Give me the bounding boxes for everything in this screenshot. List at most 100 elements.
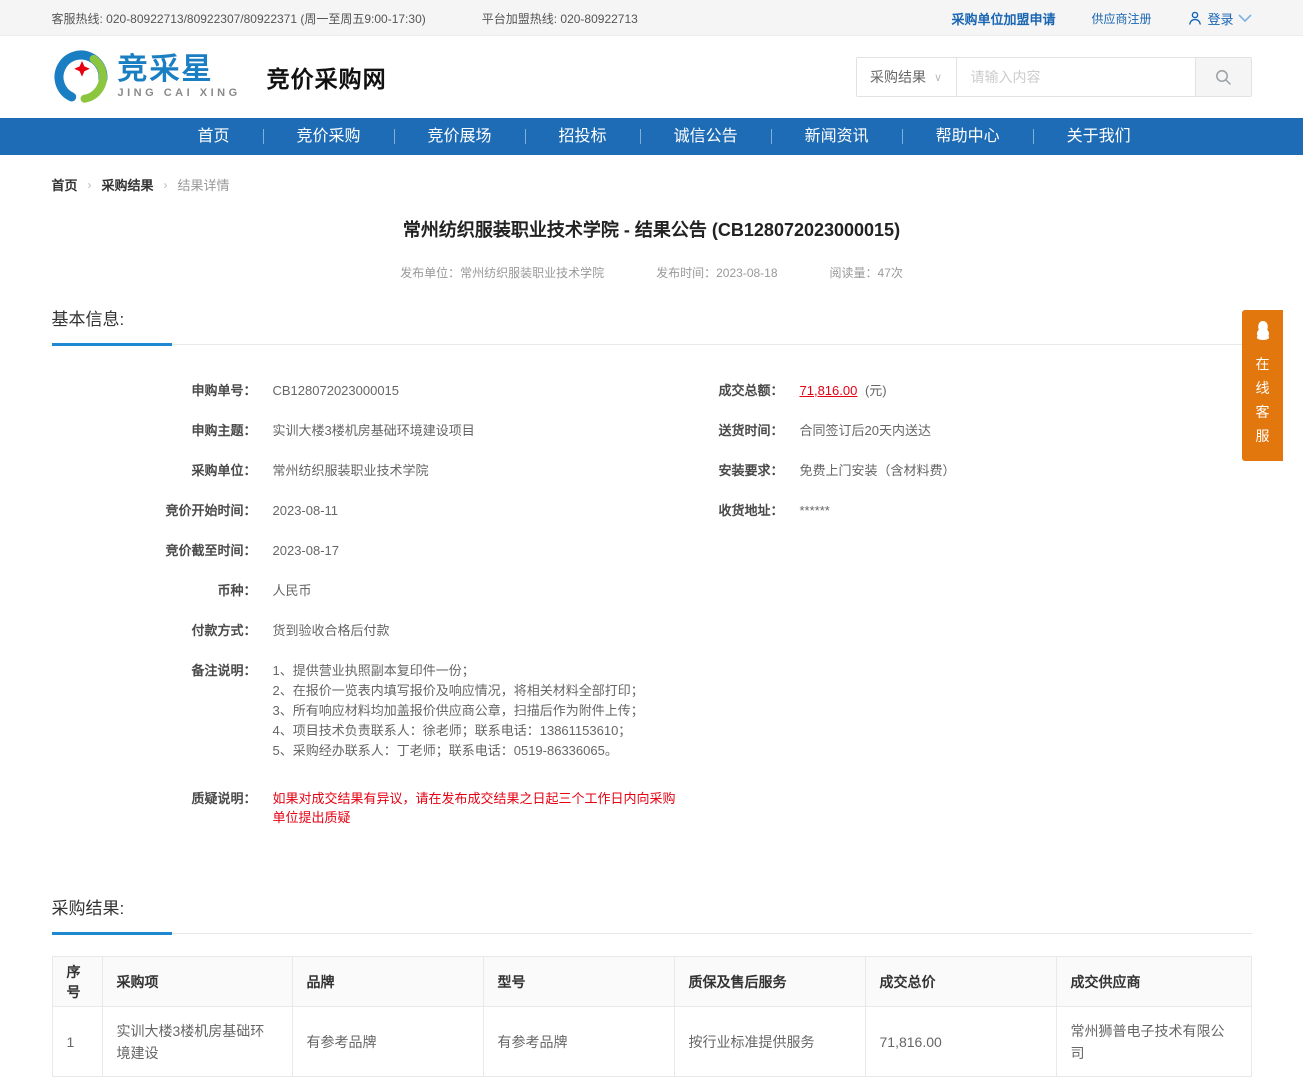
- field-value: 2023-08-17: [273, 541, 340, 560]
- service-hotline: 客服热线: 020-80922713/80922307/80922371 (周一…: [52, 10, 426, 27]
- user-icon: [1187, 10, 1203, 26]
- breadcrumb: 首页 › 采购结果 › 结果详情: [52, 155, 1252, 194]
- field-label: 竞价截至时间：: [52, 541, 257, 560]
- field-payment-method: 付款方式： 货到验收合格后付款: [52, 621, 688, 640]
- nav-item-bidding-hall[interactable]: 竞价展场: [395, 118, 525, 155]
- cell-total-price: 71,816.00: [865, 1007, 1056, 1077]
- field-label: 申购主题：: [52, 421, 257, 440]
- remark-line: 5、采购经办联系人：丁老师；联系电话：0519-86336065。: [273, 741, 644, 760]
- site-name: 竞价采购网: [267, 60, 387, 94]
- nav-item-bidding-procurement[interactable]: 竞价采购: [264, 118, 394, 155]
- col-header-model: 型号: [483, 957, 674, 1007]
- nav-item-about-us[interactable]: 关于我们: [1034, 118, 1164, 155]
- nav-item-tender[interactable]: 招投标: [526, 118, 640, 155]
- online-service-label: 在线客服: [1256, 352, 1270, 448]
- cell-model: 有参考品牌: [483, 1007, 674, 1077]
- field-value: 实训大楼3楼机房基础环境建设项目: [273, 421, 475, 440]
- field-label: 竞价开始时间：: [52, 501, 257, 520]
- online-service-widget[interactable]: 在线客服: [1242, 310, 1283, 461]
- main-nav: 首页 竞价采购 竞价展场 招投标 诚信公告 新闻资讯 帮助中心 关于我们: [0, 118, 1303, 155]
- supplier-register-link[interactable]: 供应商注册: [1091, 10, 1151, 27]
- total-amount-link[interactable]: 71,816.00: [800, 383, 858, 398]
- field-delivery-address: 收货地址： ******: [688, 501, 1252, 520]
- section-accent-bar: [52, 343, 172, 346]
- brand: 竞采星 JING CAI XING 竞价采购网: [52, 48, 387, 106]
- field-purchase-subject: 申购主题： 实训大楼3楼机房基础环境建设项目: [52, 421, 688, 440]
- field-value: ******: [800, 501, 830, 520]
- search-input[interactable]: [957, 58, 1195, 96]
- chevron-down-icon: [1238, 14, 1252, 23]
- field-label: 付款方式：: [52, 621, 257, 640]
- amount-unit: (元): [865, 383, 887, 398]
- breadcrumb-separator: ›: [88, 178, 92, 192]
- purchaser-join-link[interactable]: 采购单位加盟申请: [951, 9, 1055, 28]
- cell-supplier: 常州狮普电子技术有限公司: [1056, 1007, 1251, 1077]
- field-bidding-end-time: 竞价截至时间： 2023-08-17: [52, 541, 688, 560]
- table-header-row: 序号 采购项 品牌 型号 质保及售后服务 成交总价 成交供应商: [52, 957, 1251, 1007]
- page-title: 常州纺织服装职业技术学院 - 结果公告 (CB128072023000015): [52, 216, 1252, 242]
- breadcrumb-purchase-results[interactable]: 采购结果: [102, 175, 154, 194]
- col-header-supplier: 成交供应商: [1056, 957, 1251, 1007]
- field-label: 备注说明：: [52, 661, 257, 761]
- article-meta: 发布单位：常州纺织服装职业技术学院 发布时间：2023-08-18 阅读量：47…: [52, 264, 1252, 281]
- field-value: 合同签订后20天内送达: [800, 421, 931, 440]
- field-value: 常州纺织服装职业技术学院: [273, 461, 429, 480]
- remark-line: 3、所有响应材料均加盖报价供应商公章，扫描后作为附件上传；: [273, 701, 644, 720]
- cell-warranty-service: 按行业标准提供服务: [674, 1007, 865, 1077]
- nav-item-news[interactable]: 新闻资讯: [772, 118, 902, 155]
- breadcrumb-current: 结果详情: [178, 175, 230, 194]
- qq-penguin-icon: [1251, 319, 1275, 343]
- brand-name-en: JING CAI XING: [118, 87, 241, 99]
- dispute-text: 如果对成交结果有异议，请在发布成交结果之日起三个工作日内向采购单位提出质疑: [273, 789, 688, 827]
- field-label: 收货地址：: [688, 501, 784, 520]
- field-currency: 币种： 人民币: [52, 581, 688, 600]
- field-label: 送货时间：: [688, 421, 784, 440]
- remark-line: 2、在报价一览表内填写报价及响应情况，将相关材料全部打印；: [273, 681, 644, 700]
- field-label: 采购单位：: [52, 461, 257, 480]
- section-heading: 采购结果:: [52, 899, 125, 918]
- cell-no: 1: [52, 1007, 102, 1077]
- site-logo-icon: [52, 48, 110, 106]
- field-label: 成交总额：: [688, 381, 784, 400]
- field-installation-requirement: 安装要求： 免费上门安装（含材料费）: [688, 461, 1252, 480]
- site-header: 竞采星 JING CAI XING 竞价采购网 采购结果 ∨: [0, 36, 1303, 118]
- field-bidding-start-time: 竞价开始时间： 2023-08-11: [52, 501, 688, 520]
- meta-publish-time: 发布时间：2023-08-18: [656, 264, 777, 281]
- section-basic-info: 基本信息:: [52, 305, 1252, 345]
- search-button[interactable]: [1195, 58, 1251, 96]
- col-header-total-price: 成交总价: [865, 957, 1056, 1007]
- topbar: 客服热线: 020-80922713/80922307/80922371 (周一…: [0, 0, 1303, 36]
- col-header-warranty-service: 质保及售后服务: [674, 957, 865, 1007]
- section-accent-bar: [52, 932, 172, 935]
- col-header-no: 序号: [52, 957, 102, 1007]
- search-category-select[interactable]: 采购结果 ∨: [857, 58, 957, 96]
- nav-item-integrity-notice[interactable]: 诚信公告: [641, 118, 771, 155]
- field-value: 免费上门安装（含材料费）: [800, 461, 956, 480]
- search-icon: [1214, 68, 1232, 86]
- col-header-brand: 品牌: [292, 957, 483, 1007]
- field-value: CB128072023000015: [273, 381, 400, 400]
- field-delivery-time: 送货时间： 合同签订后20天内送达: [688, 421, 1252, 440]
- field-purchasing-unit: 采购单位： 常州纺织服装职业技术学院: [52, 461, 688, 480]
- field-label: 币种：: [52, 581, 257, 600]
- field-label: 申购单号：: [52, 381, 257, 400]
- remark-line: 1、提供营业执照副本复印件一份；: [273, 661, 644, 680]
- cell-item: 实训大楼3楼机房基础环境建设: [102, 1007, 292, 1077]
- platform-hotline: 平台加盟热线: 020-80922713: [482, 10, 638, 27]
- field-total-amount: 成交总额： 71,816.00 (元): [688, 381, 1252, 400]
- section-purchase-result: 采购结果:: [52, 894, 1252, 934]
- meta-publisher: 发布单位：常州纺织服装职业技术学院: [400, 264, 604, 281]
- breadcrumb-home[interactable]: 首页: [52, 175, 78, 194]
- field-dispute-note: 质疑说明： 如果对成交结果有异议，请在发布成交结果之日起三个工作日内向采购单位提…: [52, 789, 688, 827]
- nav-item-home[interactable]: 首页: [165, 118, 263, 155]
- field-value: 货到验收合格后付款: [273, 621, 390, 640]
- chevron-down-icon: ∨: [934, 71, 942, 84]
- remark-line: 4、项目技术负责联系人：徐老师；联系电话：13861153610；: [273, 721, 644, 740]
- nav-item-help-center[interactable]: 帮助中心: [903, 118, 1033, 155]
- field-label: 质疑说明：: [52, 789, 257, 827]
- search-category-value: 采购结果: [870, 67, 926, 87]
- login-button[interactable]: 登录: [1187, 9, 1251, 28]
- brand-name: 竞采星: [118, 55, 241, 85]
- cell-brand: 有参考品牌: [292, 1007, 483, 1077]
- field-value: 2023-08-11: [273, 501, 339, 520]
